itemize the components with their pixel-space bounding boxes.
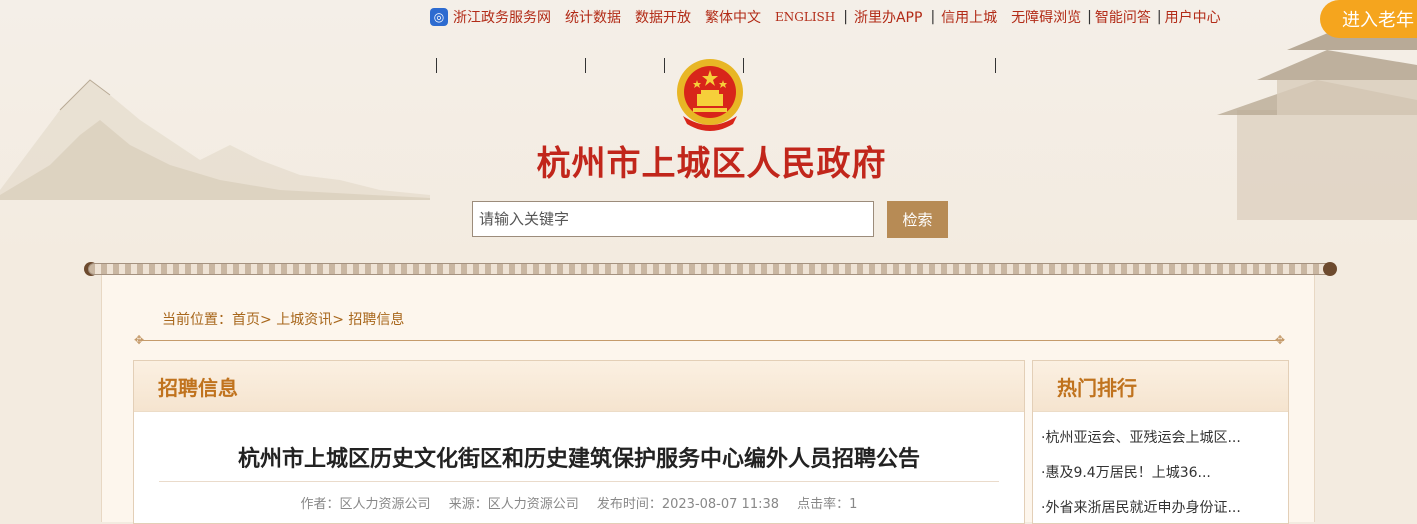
search-input[interactable]: [472, 201, 874, 237]
breadcrumb-prefix: 当前位置：: [162, 312, 232, 328]
zj-service-label: 浙江政务服务网: [453, 10, 551, 26]
divider-ornament-left: ✥: [133, 333, 145, 347]
article-title: 杭州市上城区历史文化街区和历史建筑保护服务中心编外人员招聘公告: [237, 447, 920, 472]
traditional-chinese-link[interactable]: 繁体中文: [705, 7, 761, 27]
divider: [995, 58, 996, 73]
divider: [436, 58, 437, 73]
top-nav: ◎ 浙江政务服务网 统计数据 数据开放 繁体中文 ENGLISH | 浙里办APP…: [430, 0, 1235, 34]
elder-mode-button[interactable]: 进入老年: [1320, 0, 1417, 38]
breadcrumb-home[interactable]: 首页: [232, 312, 260, 328]
meta-source: 来源：区人力资源公司: [448, 497, 579, 512]
scroll-knob-right: [1323, 262, 1337, 276]
meta-published: 发布时间：2023-08-07 11:38: [596, 497, 780, 512]
breadcrumb-news[interactable]: 上城资讯: [276, 312, 332, 328]
zheliban-link[interactable]: 浙里办APP: [854, 7, 922, 27]
national-emblem-icon: [677, 59, 743, 131]
divider: [585, 58, 586, 73]
english-link[interactable]: ENGLISH: [775, 10, 835, 24]
section-title: 招聘信息: [134, 361, 1024, 412]
scroll-rod: [88, 263, 1333, 275]
divider: [664, 58, 665, 73]
divider: |: [930, 9, 936, 25]
breadcrumb-divider: [138, 340, 1284, 341]
divider: |: [843, 9, 848, 25]
user-center-link[interactable]: 用户中心: [1165, 7, 1221, 27]
zj-gov-logo-icon: ◎: [430, 8, 448, 26]
site-title: 杭州市上城区人民政府: [536, 144, 887, 184]
divider: |: [1156, 9, 1162, 25]
meta-author: 作者：区人力资源公司: [300, 497, 431, 512]
zj-service-link[interactable]: ◎ 浙江政务服务网: [430, 7, 551, 27]
credit-link[interactable]: 信用上城: [941, 7, 997, 27]
article-panel: 招聘信息 杭州市上城区历史文化街区和历史建筑保护服务中心编外人员招聘公告 作者：…: [133, 360, 1025, 524]
breadcrumb-separator: >: [332, 312, 344, 328]
stats-link[interactable]: 统计数据: [565, 7, 621, 27]
hot-ranking-panel: 热门排行 ·杭州亚运会、亚残运会上城区... ·惠及9.4万居民！上城36...…: [1032, 360, 1289, 524]
search-button[interactable]: 检索: [887, 201, 948, 238]
open-data-link[interactable]: 数据开放: [635, 7, 691, 27]
list-item[interactable]: ·外省来浙居民就近申办身份证...: [1041, 497, 1241, 523]
breadcrumb-recruit[interactable]: 招聘信息: [348, 312, 404, 328]
breadcrumb-separator: >: [260, 312, 272, 328]
list-item[interactable]: ·惠及9.4万居民！上城36...: [1041, 462, 1241, 497]
hot-ranking-title: 热门排行: [1033, 361, 1288, 412]
divider: [159, 481, 999, 482]
breadcrumb: 当前位置：首页> 上城资讯> 招聘信息: [162, 309, 404, 329]
accessibility-link[interactable]: 无障碍浏览: [1011, 7, 1081, 27]
divider: |: [1087, 9, 1092, 25]
smart-qa-link[interactable]: 智能问答: [1095, 7, 1151, 27]
divider-ornament-right: ✥: [1274, 333, 1286, 347]
article-meta: 作者：区人力资源公司 来源：区人力资源公司 发布时间：2023-08-07 11…: [134, 493, 1024, 512]
hot-ranking-list: ·杭州亚运会、亚残运会上城区... ·惠及9.4万居民！上城36... ·外省来…: [1041, 427, 1241, 523]
list-item[interactable]: ·杭州亚运会、亚残运会上城区...: [1041, 427, 1241, 462]
pagoda-painting: [1217, 25, 1417, 220]
meta-clicks: 点击率：1: [797, 497, 858, 512]
